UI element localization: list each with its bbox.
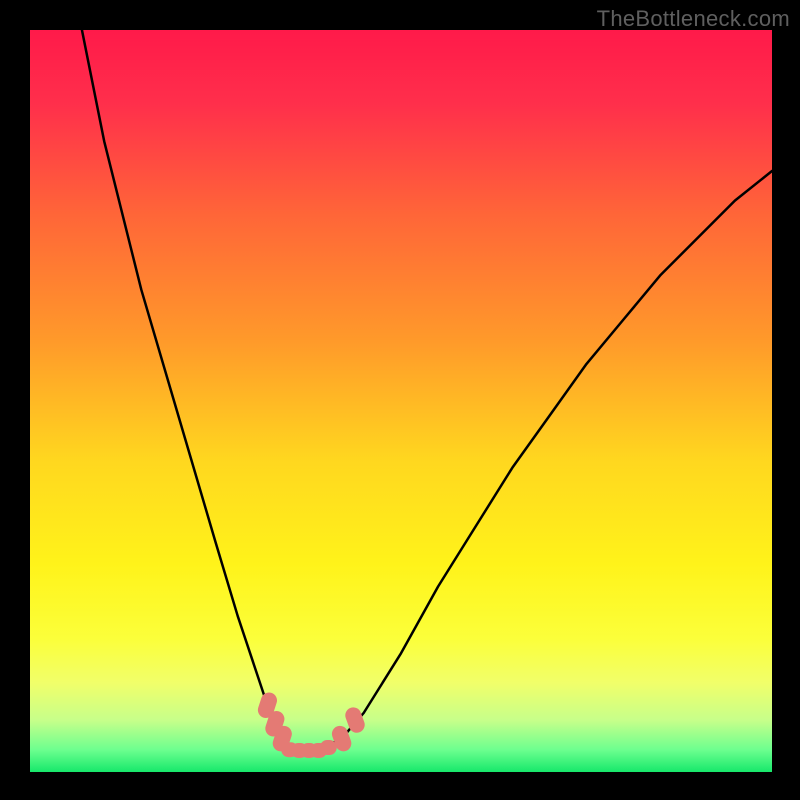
chart-container: TheBottleneck.com <box>0 0 800 800</box>
plot-background <box>30 30 772 772</box>
watermark-text: TheBottleneck.com <box>597 6 790 32</box>
flat-bottom-5 <box>320 740 337 755</box>
chart-svg <box>0 0 800 800</box>
